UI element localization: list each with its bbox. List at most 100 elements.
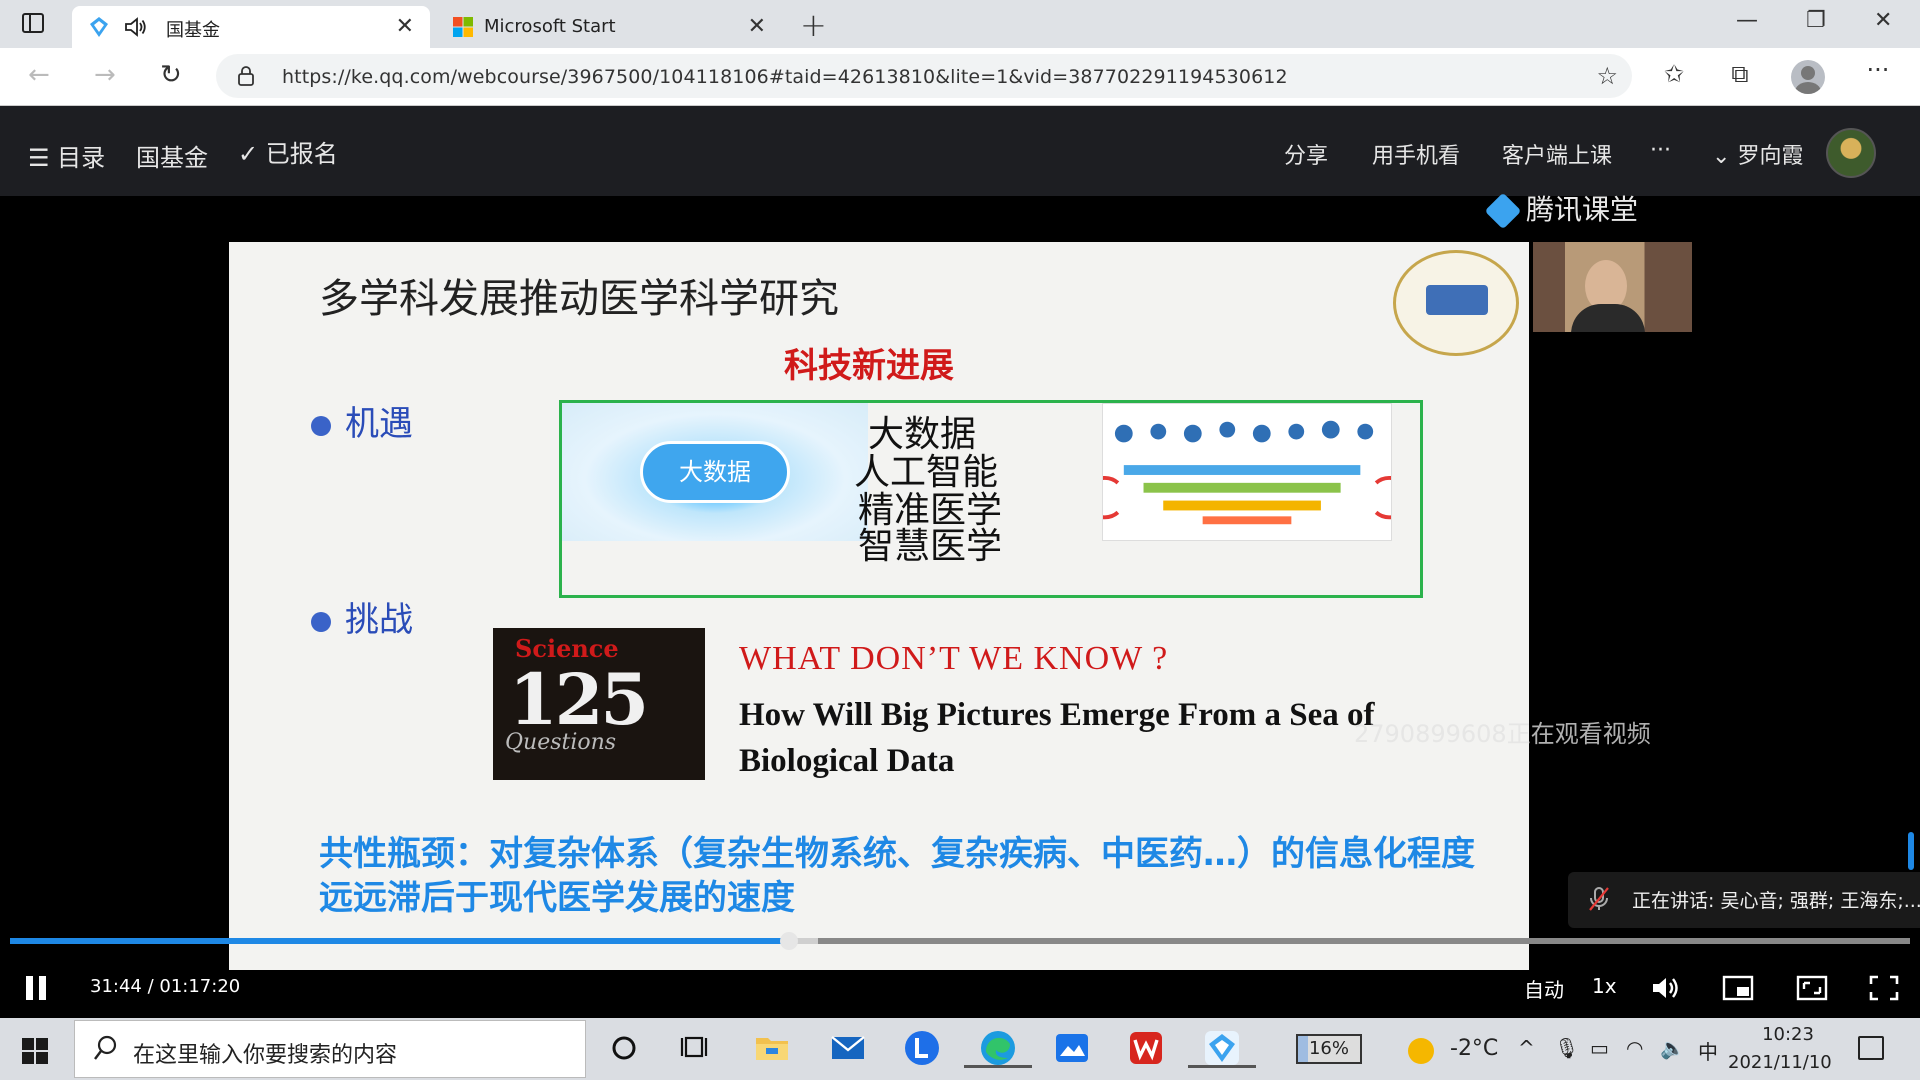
pause-icon[interactable] [26, 976, 48, 1000]
bottleneck-statement: 共性瓶颈：对复杂体系（复杂生物系统、复杂疾病、中医药…）的信息化程度远远滞后于现… [319, 834, 1475, 918]
user-avatar[interactable] [1826, 128, 1876, 178]
window-close-icon[interactable]: ✕ [1874, 8, 1892, 33]
show-hidden-icons-icon[interactable]: ^ [1518, 1036, 1535, 1060]
science-125-cover-image: Science 125 Questions [493, 628, 705, 780]
tech-progress-box: 大数据 大数据 人工智能 精准医学 智慧医学 [559, 400, 1423, 598]
battery-indicator[interactable]: 16% [1296, 1034, 1362, 1064]
clock-time[interactable]: 10:23 [1758, 1024, 1818, 1045]
watch-on-phone-button[interactable]: 用手机看 [1372, 138, 1460, 170]
picture-in-picture-icon[interactable] [1722, 974, 1754, 1002]
battery-percent: 16% [1308, 1038, 1349, 1059]
speaking-names: 正在讲话: 吴心音; 强群; 王海东;... [1632, 890, 1920, 912]
lock-icon[interactable] [238, 66, 254, 86]
favorites-icon[interactable]: ✩ [1660, 60, 1688, 88]
cloud-icon: 大数据 [640, 441, 790, 503]
windows-start-icon[interactable] [22, 1038, 48, 1064]
active-app-indicator [964, 1065, 1032, 1068]
clock-date[interactable]: 2021/11/10 [1728, 1052, 1832, 1073]
user-menu[interactable]: ⌄ 罗向霞 [1712, 138, 1803, 170]
collections-icon[interactable]: ⧉ [1726, 60, 1754, 88]
tab-audio-icon[interactable] [124, 16, 148, 38]
battery-level [1298, 1036, 1308, 1062]
search-placeholder: 在这里输入你要搜索的内容 [133, 1043, 398, 1068]
wps-office-icon[interactable] [1126, 1028, 1166, 1068]
course-title[interactable]: 国基金 [136, 138, 208, 173]
speed-button[interactable]: 1x [1592, 974, 1617, 998]
tencent-classroom-logo: 腾讯课堂 [1484, 188, 1639, 230]
catalog-menu-button[interactable]: ☰ 目录 [28, 138, 105, 173]
temperature[interactable]: -2°C [1450, 1036, 1498, 1061]
wifi-icon[interactable]: ◠ [1626, 1036, 1643, 1060]
back-arrow-icon[interactable]: ← [28, 60, 50, 90]
active-app-indicator [1188, 1065, 1256, 1068]
add-favorite-icon[interactable]: ☆ [1596, 62, 1618, 90]
edge-browser-icon[interactable] [964, 1028, 1032, 1068]
viewer-watermark: 2790899608正在观看视频 [1354, 720, 1651, 748]
bullet-label: 挑战 [345, 600, 413, 640]
url-text[interactable]: https://ke.qq.com/webcourse/3967500/1041… [282, 66, 1288, 88]
brand-text: 腾讯课堂 [1526, 193, 1639, 226]
username: 罗向霞 [1737, 144, 1804, 169]
catalog-label: 目录 [57, 144, 106, 172]
player-controls: 31:44 / 01:17:20 自动 1x [0, 964, 1920, 1018]
minimize-icon[interactable]: — [1736, 8, 1758, 33]
tab-guojijin[interactable]: 国基金 ✕ [72, 6, 430, 48]
big-data-illustration: 大数据 [562, 403, 868, 541]
precision-medicine-diagram [1102, 403, 1392, 541]
university-seal-icon [1393, 250, 1519, 356]
progress-handle[interactable] [780, 932, 798, 950]
browser-toolbar: ← → ↻ https://ke.qq.com/webcourse/396750… [0, 48, 1920, 106]
photos-icon[interactable] [1052, 1028, 1092, 1068]
bullet-label: 机遇 [345, 404, 413, 444]
scroll-indicator[interactable] [1908, 832, 1914, 870]
time-display: 31:44 / 01:17:20 [90, 976, 241, 997]
web-fullscreen-icon[interactable] [1796, 974, 1828, 1002]
check-icon: ✓ [238, 140, 259, 168]
tab-close-icon[interactable]: ✕ [396, 14, 414, 39]
slide-title: 多学科发展推动医学科学研究 [319, 276, 839, 322]
microphone-icon[interactable]: 🎙 [1554, 1036, 1579, 1060]
quality-button[interactable]: 自动 [1524, 974, 1564, 1003]
fullscreen-icon[interactable] [1868, 974, 1900, 1002]
new-tab-icon[interactable]: + [800, 6, 827, 44]
enrolled-status: ✓ 已报名 [238, 134, 338, 169]
lark-app-icon[interactable] [902, 1028, 942, 1068]
teacher-camera-feed[interactable] [1533, 242, 1692, 332]
taskbar-search-box[interactable]: 在这里输入你要搜索的内容 [74, 1020, 586, 1078]
slide-subtitle: 科技新进展 [784, 346, 954, 386]
video-progress-bar[interactable] [10, 932, 1910, 950]
task-view-icon[interactable] [676, 1028, 716, 1068]
progress-played [10, 938, 789, 944]
share-button[interactable]: 分享 [1284, 138, 1328, 170]
mic-muted-icon [1589, 887, 1609, 911]
file-explorer-icon[interactable] [752, 1028, 792, 1068]
volume-icon[interactable] [1650, 974, 1682, 1002]
tech-term: 智慧医学 [858, 526, 1003, 567]
speaker-icon[interactable]: 🔈 [1660, 1036, 1685, 1060]
tencent-classroom-app-icon[interactable] [1188, 1028, 1256, 1068]
sun-icon[interactable] [1408, 1038, 1434, 1064]
forward-arrow-icon[interactable]: → [94, 60, 116, 90]
speaking-indicator: 正在讲话: 吴心音; 强群; 王海东;... [1568, 872, 1920, 928]
more-menu-button[interactable]: ··· [1650, 138, 1671, 163]
video-player[interactable]: 多学科发展推动医学科学研究 科技新进展 机遇 大数据 大数据 人工智能 精准医学… [0, 192, 1920, 1018]
teacher-body [1571, 304, 1645, 332]
client-class-button[interactable]: 客户端上课 [1502, 138, 1612, 170]
bullet-opportunity: 机遇 [311, 396, 413, 445]
mail-icon[interactable] [828, 1028, 868, 1068]
power-icon[interactable]: ▭ [1590, 1036, 1609, 1060]
tab-close-icon[interactable]: ✕ [748, 14, 766, 39]
address-bar[interactable]: https://ke.qq.com/webcourse/3967500/1041… [216, 54, 1632, 98]
reload-icon[interactable]: ↻ [160, 60, 182, 90]
cortana-icon[interactable] [604, 1028, 644, 1068]
chevron-down-icon: ⌄ [1712, 144, 1731, 169]
profile-avatar[interactable] [1791, 60, 1825, 94]
tab-actions-icon[interactable] [22, 13, 44, 33]
more-options-icon[interactable]: ··· [1864, 56, 1892, 84]
course-header: ☰ 目录 国基金 ✓ 已报名 分享 用手机看 客户端上课 ··· ⌄ 罗向霞 [0, 106, 1920, 196]
tencent-diamond-icon [1484, 192, 1522, 230]
ime-indicator[interactable]: 中 [1698, 1036, 1718, 1065]
tab-microsoft-start[interactable]: Microsoft Start ✕ [436, 6, 782, 48]
restore-icon[interactable]: ❐ [1806, 8, 1826, 33]
notification-icon[interactable] [1858, 1036, 1884, 1060]
